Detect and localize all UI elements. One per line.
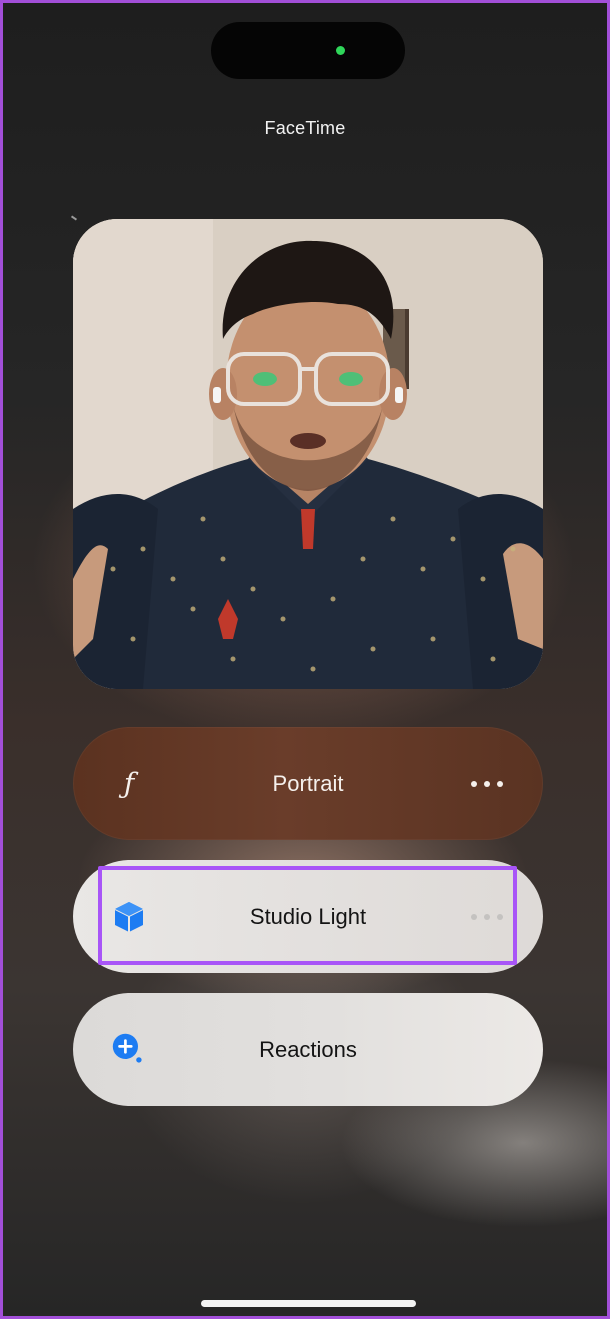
video-frame-illustration xyxy=(73,219,543,689)
app-title: FaceTime xyxy=(264,118,346,138)
highlight-box xyxy=(98,866,517,965)
self-view-video[interactable] xyxy=(73,219,543,689)
dynamic-island xyxy=(211,22,405,79)
phone-screen: FaceTime ƒ Portrait Studio Light Reactio… xyxy=(0,0,610,1319)
reactions-button[interactable]: Reactions xyxy=(73,993,543,1106)
ellipsis-icon[interactable] xyxy=(471,779,503,789)
home-indicator[interactable] xyxy=(201,1300,416,1307)
camera-in-use-indicator xyxy=(336,46,345,55)
portrait-button[interactable]: ƒ Portrait xyxy=(73,727,543,840)
reactions-label: Reactions xyxy=(259,1036,357,1062)
